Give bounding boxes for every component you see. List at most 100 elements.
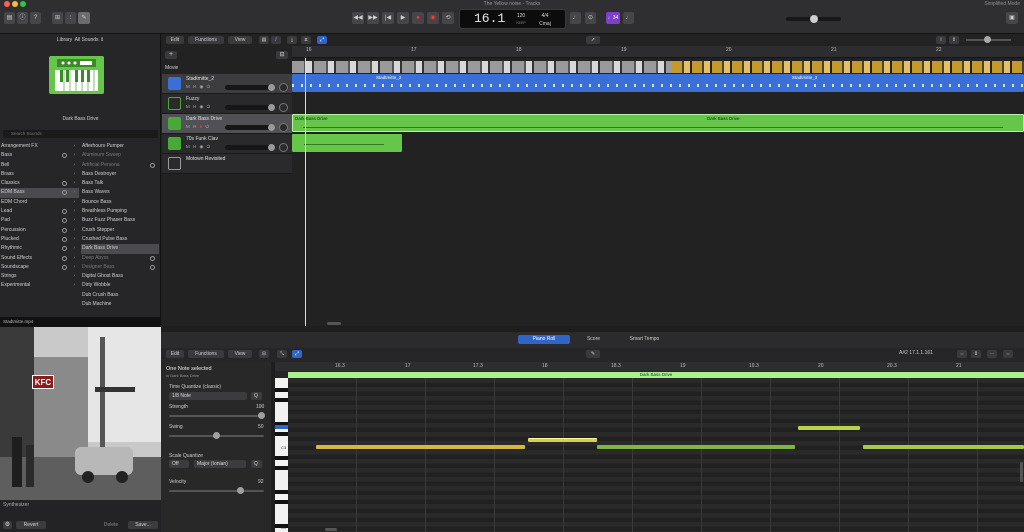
toolbar-icon[interactable]: ⊞ bbox=[52, 12, 63, 24]
track-header-stadtmitte[interactable]: Stadtmitte_2 M H ◉ ⏻ bbox=[162, 74, 292, 94]
mixer-icon[interactable]: ⫶ bbox=[65, 12, 76, 24]
patch-item[interactable]: Crush Stepper bbox=[81, 226, 159, 235]
track-header-dark-bass-drive[interactable]: Dark Bass Drive M H ● ⏻ bbox=[162, 114, 292, 134]
midi-note-selected[interactable] bbox=[528, 438, 597, 442]
midi-badge[interactable]: ♩34 bbox=[606, 12, 620, 24]
scale-mode-select[interactable]: Major (Ionian) bbox=[194, 460, 246, 468]
tracks-edit-menu[interactable]: Edit bbox=[166, 36, 184, 44]
patch-item[interactable]: Dub Machine bbox=[81, 300, 159, 309]
delete-button[interactable]: Delete bbox=[97, 521, 125, 529]
horizontal-scrollbar[interactable] bbox=[327, 322, 341, 325]
pencil-tool-icon[interactable]: ✎ bbox=[586, 350, 600, 358]
scale-quantize-button[interactable]: Q bbox=[251, 460, 262, 468]
fast-forward-icon[interactable]: ▶▶ bbox=[367, 12, 379, 24]
playhead[interactable] bbox=[305, 58, 306, 326]
tracks-view-menu[interactable]: View bbox=[228, 36, 252, 44]
track-volume-slider[interactable] bbox=[225, 144, 275, 151]
tempo-value[interactable]: 120 bbox=[510, 13, 532, 19]
save-button[interactable]: Save... bbox=[128, 521, 158, 529]
category-item[interactable]: EDM Chord › bbox=[0, 198, 79, 207]
pr-horizontal-scrollbar[interactable] bbox=[325, 528, 337, 531]
snap-icon[interactable]: ⫽ bbox=[271, 36, 281, 44]
master-volume-slider[interactable] bbox=[786, 15, 841, 23]
inspector-icon[interactable]: ⓘ bbox=[17, 12, 28, 24]
vertical-zoom-icon[interactable]: ⇕ bbox=[949, 36, 959, 44]
pr-vertical-scrollbar[interactable] bbox=[1020, 462, 1023, 482]
quick-help-icon[interactable]: ? bbox=[30, 12, 41, 24]
track-buttons[interactable]: M H ● ⏻ bbox=[186, 124, 210, 129]
scissors-icon[interactable]: ⧖ bbox=[301, 36, 311, 44]
midi-region-funk-clav[interactable] bbox=[292, 134, 402, 152]
pr-hzoom-icon[interactable]: ⋯ bbox=[987, 350, 997, 358]
track-header-motown[interactable]: Motown Revisited bbox=[162, 154, 292, 174]
flex-icon[interactable]: ⤢ bbox=[317, 36, 327, 44]
capture-record-icon[interactable]: ◉ bbox=[427, 12, 439, 24]
horizontal-zoom-slider[interactable] bbox=[966, 36, 1011, 43]
cycle-icon[interactable]: ⟲ bbox=[442, 12, 454, 24]
track-pan-knob[interactable] bbox=[279, 103, 288, 112]
category-item[interactable]: Brass › bbox=[0, 170, 79, 179]
patch-item[interactable]: Designer Bass bbox=[81, 263, 159, 272]
midi-note[interactable] bbox=[316, 445, 525, 449]
track-header-fuzzy[interactable]: Fuzzy M H ◉ ⏻ bbox=[162, 94, 292, 114]
midi-note[interactable] bbox=[863, 445, 1024, 449]
patch-item[interactable]: Afterhours Pumper bbox=[81, 142, 159, 151]
quantize-button[interactable]: Q bbox=[251, 392, 262, 400]
pr-zoom-icon[interactable]: ⇔ bbox=[957, 350, 967, 358]
tab-piano-roll[interactable]: Piano Roll bbox=[518, 335, 570, 344]
movie-thumbnail-strip-color[interactable] bbox=[672, 61, 1024, 73]
editors-icon[interactable]: ✎ bbox=[78, 12, 90, 24]
category-item[interactable]: Bass › bbox=[0, 151, 79, 160]
category-item[interactable]: Pad › bbox=[0, 216, 79, 225]
pr-view-menu[interactable]: View bbox=[228, 350, 252, 358]
category-item[interactable]: Percussion › bbox=[0, 226, 79, 235]
patch-item-selected[interactable]: Dark Bass Drive bbox=[81, 244, 159, 254]
patch-item[interactable]: Dub Crush Bass bbox=[81, 291, 159, 300]
key-signature[interactable]: Cmaj bbox=[534, 21, 556, 27]
category-item[interactable]: Strings › bbox=[0, 272, 79, 281]
patch-item[interactable]: Bass Talk bbox=[81, 179, 159, 188]
category-item[interactable]: Soundscape › bbox=[0, 263, 79, 272]
lcd-display[interactable]: 16.1 120 KEEP 4/4 Cmaj bbox=[459, 9, 566, 29]
patch-item[interactable]: Bass Destroyer bbox=[81, 170, 159, 179]
category-item[interactable]: Rhythmic › bbox=[0, 244, 79, 253]
patch-item[interactable]: Dirty Wobble bbox=[81, 281, 159, 290]
catch-icon[interactable]: ⤓ bbox=[287, 36, 297, 44]
tracks-functions-menu[interactable]: Functions bbox=[188, 36, 224, 44]
category-item[interactable]: Lead › bbox=[0, 207, 79, 216]
pointer-tool-icon[interactable]: ➚ bbox=[586, 36, 600, 44]
scale-root-select[interactable]: Off bbox=[169, 460, 189, 468]
category-item[interactable]: Bell › bbox=[0, 161, 79, 170]
global-tracks-icon[interactable]: ⊟ bbox=[276, 51, 288, 59]
tab-score[interactable]: Score bbox=[571, 335, 616, 344]
master-volume-knob[interactable] bbox=[810, 15, 818, 23]
simplified-mode-label[interactable]: Simplified Mode bbox=[984, 1, 1020, 7]
synth-label[interactable]: Synthesizer bbox=[3, 502, 29, 508]
close-window-button[interactable] bbox=[4, 1, 10, 7]
audio-region-stadtmitte[interactable]: Stadtmitte_2 Stadtmitte_2 bbox=[292, 74, 1024, 92]
record-icon[interactable]: ● bbox=[412, 12, 424, 24]
category-item[interactable]: Classics › bbox=[0, 179, 79, 188]
browsers-icon[interactable]: ▣ bbox=[1006, 12, 1018, 24]
track-header-funk-clav[interactable]: 70s Funk Clav M H ◉ ⏻ bbox=[162, 134, 292, 154]
midi-note[interactable] bbox=[597, 445, 795, 449]
swing-slider[interactable] bbox=[169, 432, 264, 439]
patch-item[interactable]: Aluminum Sweep bbox=[81, 151, 159, 160]
library-icon[interactable]: ▤ bbox=[4, 12, 15, 24]
list-view-icon[interactable]: ▤ bbox=[259, 36, 269, 44]
pr-ruler[interactable]: 16.3 17 17.3 18 18.3 19 19.3 20 20.3 21 bbox=[275, 362, 1024, 371]
patch-item[interactable]: Bass Waves bbox=[81, 188, 159, 197]
count-in-icon[interactable]: ⊙ bbox=[585, 12, 596, 24]
play-icon[interactable]: ▶ bbox=[397, 12, 409, 24]
metronome-icon[interactable]: ♩ bbox=[623, 12, 634, 24]
library-scope-select[interactable]: All Sounds ⇕ bbox=[75, 37, 104, 43]
midi-region-dark-bass-drive[interactable]: Dark Bass Drive Dark Bass Drive bbox=[292, 114, 1024, 132]
patch-item[interactable]: Digital Ghost Bass bbox=[81, 272, 159, 281]
revert-button[interactable]: Revert bbox=[16, 521, 46, 529]
search-sounds-input[interactable]: Search Sounds bbox=[3, 130, 158, 138]
category-item[interactable]: Arrangement FX › bbox=[0, 142, 79, 151]
midi-note[interactable] bbox=[798, 426, 860, 430]
library-settings-icon[interactable]: ⚙ bbox=[3, 521, 12, 529]
track-volume-slider[interactable] bbox=[225, 124, 275, 131]
pr-edit-menu[interactable]: Edit bbox=[166, 350, 184, 358]
